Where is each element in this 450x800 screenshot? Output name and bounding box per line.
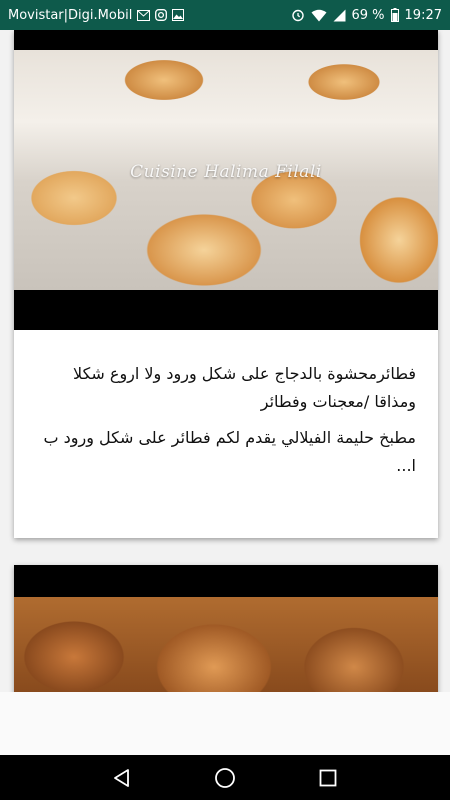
navigation-bar [0, 755, 450, 800]
recents-icon[interactable] [308, 758, 348, 798]
alarm-icon [291, 8, 305, 22]
battery-icon [390, 8, 399, 22]
recipe-photo[interactable] [14, 597, 438, 692]
bottom-spacer [0, 692, 450, 755]
clock-label: 19:27 [404, 7, 442, 23]
media-letterbox-top [14, 30, 438, 50]
wifi-icon [311, 9, 327, 22]
recipe-title[interactable]: فطائرمحشوة بالدجاج على شكل ورود ولا اروع… [28, 360, 416, 416]
media-letterbox-bottom [14, 290, 438, 330]
mail-icon [137, 9, 151, 21]
recipe-card[interactable]: Cuisine Halima Filali فطائرمحشوة بالدجاج… [14, 30, 438, 538]
recipe-photo[interactable]: Cuisine Halima Filali [14, 50, 438, 290]
carrier-label: Movistar|Digi.Mobil [8, 7, 133, 23]
card-text: فطائرمحشوة بالدجاج على شكل ورود ولا اروع… [14, 360, 438, 480]
recipe-card[interactable] [14, 565, 438, 692]
home-icon[interactable] [205, 758, 245, 798]
status-right: 69 % 19:27 [291, 7, 442, 23]
photo-watermark: Cuisine Halima Filali [130, 162, 322, 182]
back-icon[interactable] [102, 758, 142, 798]
media-letterbox-top [14, 565, 438, 597]
image-icon [172, 9, 185, 21]
battery-label: 69 % [351, 7, 385, 23]
status-left: Movistar|Digi.Mobil [8, 7, 185, 23]
instagram-icon [155, 9, 168, 21]
feed-list[interactable]: Cuisine Halima Filali فطائرمحشوة بالدجاج… [0, 30, 450, 692]
signal-icon [333, 9, 346, 22]
status-bar: Movistar|Digi.Mobil 69 % 19:27 [0, 0, 450, 30]
recipe-description: مطبخ حليمة الفيلالي يقدم لكم فطائر على ش… [43, 428, 416, 475]
